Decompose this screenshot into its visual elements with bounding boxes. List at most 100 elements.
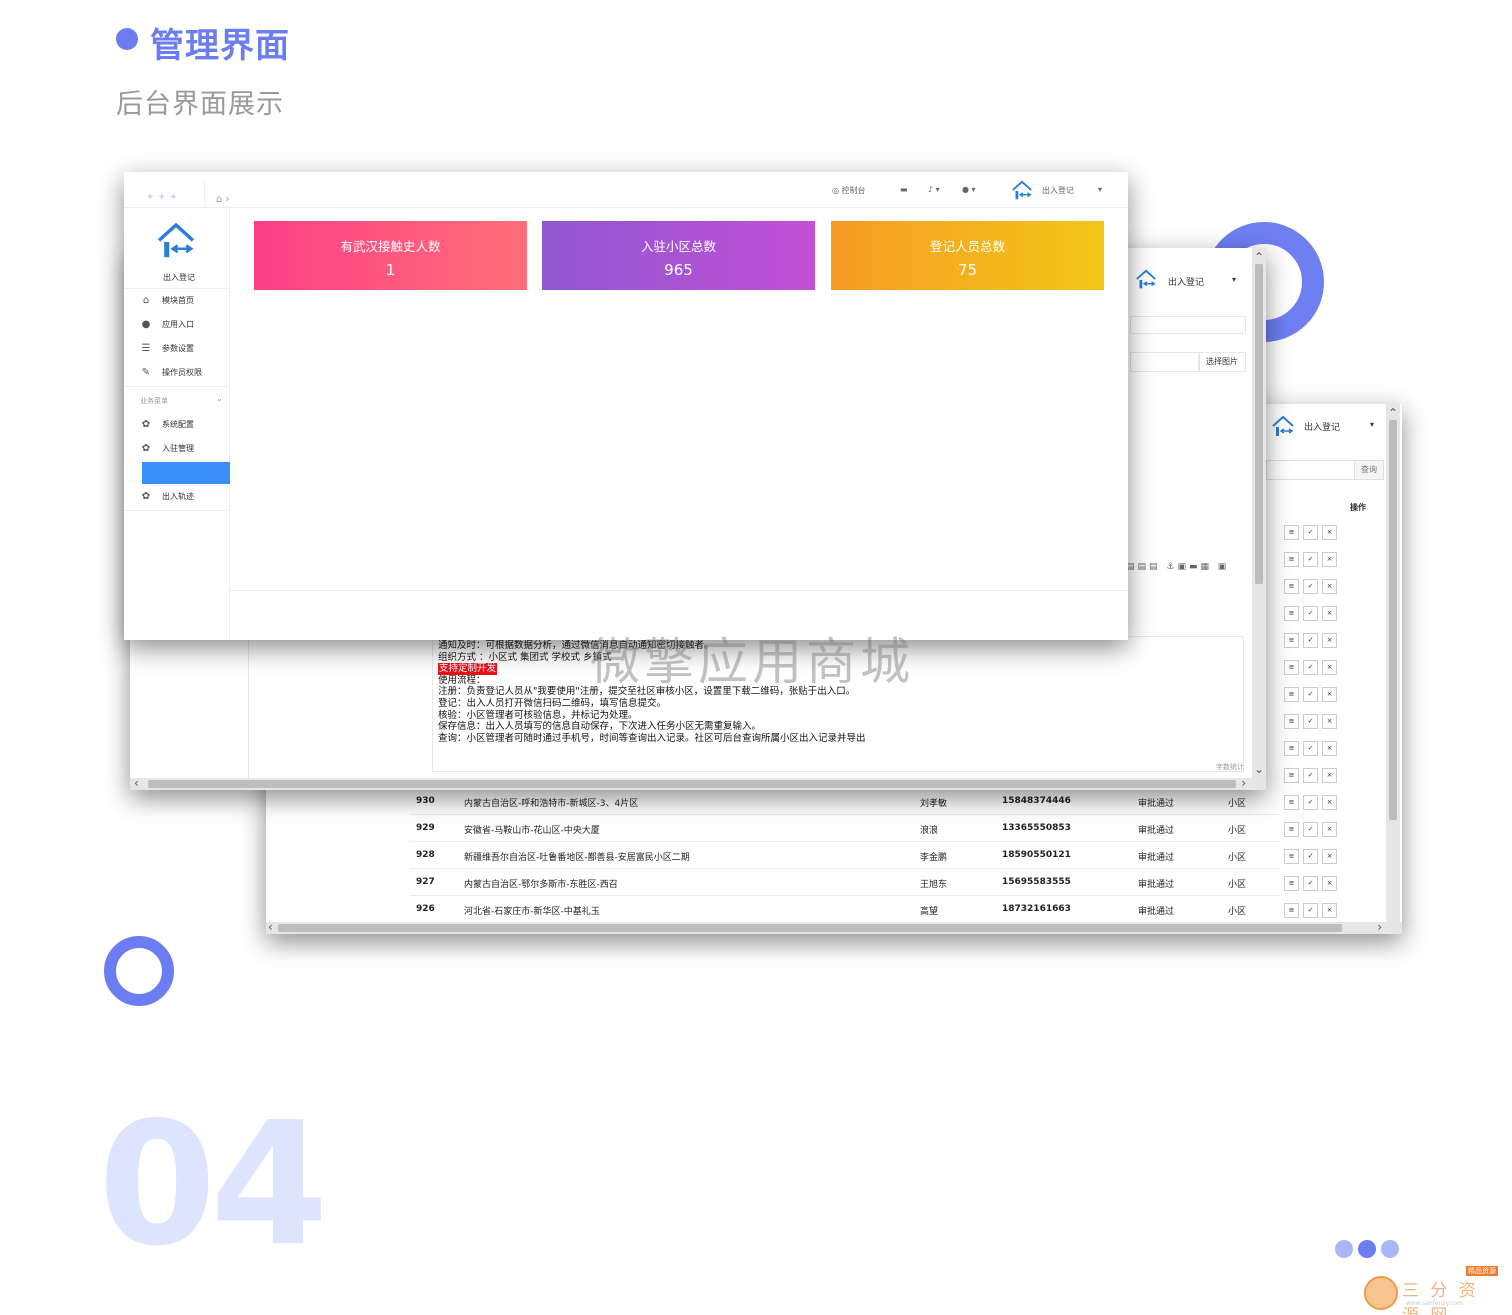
table-row[interactable]: 927 内蒙古自治区-鄂尔多斯市-东胜区-西召 王旭东 15695583555 审批通过… bbox=[410, 869, 1280, 896]
stat-card-contacts[interactable]: 有武汉接触史人数 1 bbox=[254, 221, 527, 290]
list-icon[interactable]: ≡ bbox=[1284, 552, 1299, 567]
check-icon[interactable]: ✓ bbox=[1303, 903, 1318, 918]
check-icon[interactable]: ✓ bbox=[1303, 714, 1318, 729]
close-icon[interactable]: × bbox=[1322, 849, 1337, 864]
account-menu-caret[interactable]: ▾ bbox=[1098, 185, 1102, 194]
vertical-scrollbar[interactable]: ⌃ ⌄ bbox=[1386, 404, 1400, 934]
list-icon[interactable]: ≡ bbox=[1284, 795, 1299, 810]
close-icon[interactable]: × bbox=[1322, 606, 1337, 621]
list-icon[interactable]: ≡ bbox=[1284, 714, 1299, 729]
horizontal-scrollbar[interactable]: ‹ › bbox=[130, 776, 1266, 790]
scroll-down-icon[interactable]: ⌄ bbox=[1252, 762, 1266, 776]
scroll-thumb[interactable] bbox=[1389, 420, 1397, 820]
console-icon: ◎ bbox=[832, 186, 842, 195]
table-row[interactable]: 929 安徽省-马鞍山市-花山区-中央大厦 浪浪 13365550853 审批通过 小区 bbox=[410, 815, 1280, 842]
check-icon[interactable]: ✓ bbox=[1303, 768, 1318, 783]
pick-image-button[interactable]: 选择图片 bbox=[1198, 352, 1246, 372]
close-icon[interactable]: × bbox=[1322, 687, 1337, 702]
stat-card-registrants[interactable]: 登记人员总数 75 bbox=[831, 221, 1104, 290]
close-icon[interactable]: × bbox=[1322, 714, 1337, 729]
user-menu-caret[interactable]: ▾ bbox=[1370, 420, 1374, 429]
vertical-scrollbar[interactable]: ⌃ ⌄ bbox=[1252, 248, 1266, 790]
check-icon[interactable]: ✓ bbox=[1303, 687, 1318, 702]
watermark: 微擎应用商城 bbox=[590, 633, 914, 691]
close-icon[interactable]: × bbox=[1322, 795, 1337, 810]
nav-divider bbox=[204, 182, 205, 208]
check-icon[interactable]: ✓ bbox=[1303, 795, 1318, 810]
scroll-left-icon[interactable]: ‹ bbox=[268, 920, 273, 934]
list-icon[interactable]: ≡ bbox=[1284, 633, 1299, 648]
list-icon[interactable]: ≡ bbox=[1284, 687, 1299, 702]
table-row[interactable]: 930 内蒙古自治区-呼和浩特市-新城区-3、4片区 刘孝敏 15848374446 审… bbox=[410, 788, 1280, 815]
scroll-thumb[interactable] bbox=[1255, 264, 1263, 584]
close-icon[interactable]: × bbox=[1322, 525, 1337, 540]
horizontal-scrollbar[interactable]: ‹ › bbox=[266, 920, 1402, 934]
close-icon[interactable]: × bbox=[1322, 768, 1337, 783]
list-icon[interactable]: ≡ bbox=[1284, 525, 1299, 540]
scroll-right-icon[interactable]: › bbox=[1377, 920, 1382, 934]
bell-icon[interactable]: ♪ ▾ bbox=[928, 185, 940, 194]
list-icon[interactable]: ≡ bbox=[1284, 741, 1299, 756]
breadcrumb-home-icon[interactable]: ⌂ › bbox=[216, 194, 230, 205]
nav-console[interactable]: ◎ 控制台 bbox=[832, 185, 866, 196]
list-icon[interactable]: ≡ bbox=[1284, 849, 1299, 864]
list-icon[interactable]: ≡ bbox=[1284, 876, 1299, 891]
list-icon[interactable]: ≡ bbox=[1284, 579, 1299, 594]
cell-phone: 15695583555 bbox=[1002, 877, 1071, 887]
stat-card-communities[interactable]: 入驻小区总数 965 bbox=[542, 221, 815, 290]
sidebar-item-permissions[interactable]: ✎ 操作员权限 bbox=[140, 362, 230, 382]
table-row[interactable]: 926 河北省-石家庄市-新华区-中基礼玉 高望 18732161663 审批通过 小区 bbox=[410, 896, 1280, 923]
scroll-left-icon[interactable]: ‹ bbox=[134, 776, 139, 790]
user-menu-caret[interactable]: ▾ bbox=[1232, 275, 1236, 284]
close-icon[interactable]: × bbox=[1322, 552, 1337, 567]
sidebar-item-settle[interactable]: ✿ 入驻管理 bbox=[140, 438, 230, 458]
scroll-right-icon[interactable]: › bbox=[1241, 776, 1246, 790]
close-icon[interactable]: × bbox=[1322, 633, 1337, 648]
image-path-field[interactable] bbox=[1130, 352, 1200, 372]
check-icon[interactable]: ✓ bbox=[1303, 822, 1318, 837]
sidebar-item-label: 模块首页 bbox=[162, 295, 194, 305]
scroll-thumb[interactable] bbox=[148, 780, 1236, 788]
scroll-up-icon[interactable]: ⌃ bbox=[1252, 250, 1266, 264]
check-icon[interactable]: ✓ bbox=[1303, 606, 1318, 621]
scroll-thumb[interactable] bbox=[278, 924, 1342, 932]
scroll-up-icon[interactable]: ⌃ bbox=[1386, 406, 1400, 420]
close-icon[interactable]: × bbox=[1322, 822, 1337, 837]
search-input[interactable] bbox=[1266, 460, 1356, 480]
table-row[interactable]: 928 新疆维吾尔自治区-吐鲁番地区-鄯善县-安居富民小区二期 李金鹏 1859055… bbox=[410, 842, 1280, 869]
check-icon[interactable]: ✓ bbox=[1303, 876, 1318, 891]
sidebar-item-track[interactable]: ✿ 出入轨迹 bbox=[140, 486, 230, 506]
list-icon[interactable]: ≡ bbox=[1284, 606, 1299, 621]
sidebar-item-settings[interactable]: ☰ 参数设置 bbox=[140, 338, 230, 358]
chevron-down-icon[interactable]: ⌄ bbox=[216, 394, 223, 403]
check-icon[interactable]: ✓ bbox=[1303, 849, 1318, 864]
close-icon[interactable]: × bbox=[1322, 660, 1337, 675]
sidebar-item-home[interactable]: ⌂ 模块首页 bbox=[140, 290, 230, 310]
check-icon[interactable]: ✓ bbox=[1303, 660, 1318, 675]
list-icon[interactable]: ≡ bbox=[1284, 822, 1299, 837]
page: 管理界面 后台界面展示 04 出入登记 ▾ 查询 操作 ≡ ✓ × ≡ ✓ × ≡ ✓ × ≡ ✓ ×… bbox=[0, 0, 1512, 1315]
list-icon[interactable]: ≡ bbox=[1284, 903, 1299, 918]
check-icon[interactable]: ✓ bbox=[1303, 579, 1318, 594]
close-icon[interactable]: × bbox=[1322, 579, 1337, 594]
check-icon[interactable]: ✓ bbox=[1303, 552, 1318, 567]
check-icon[interactable]: ✓ bbox=[1303, 741, 1318, 756]
storage-icon[interactable]: ▬ bbox=[900, 185, 908, 194]
sidebar-item-entry[interactable]: ● 应用入口 bbox=[140, 314, 230, 334]
sidebar-item-system[interactable]: ✿ 系统配置 bbox=[140, 414, 230, 434]
close-icon[interactable]: × bbox=[1322, 903, 1337, 918]
word-count-label: 字数统计 bbox=[1216, 763, 1244, 771]
search-button[interactable]: 查询 bbox=[1354, 460, 1384, 480]
close-icon[interactable]: × bbox=[1322, 876, 1337, 891]
list-icon[interactable]: ≡ bbox=[1284, 768, 1299, 783]
check-icon[interactable]: ✓ bbox=[1303, 633, 1318, 648]
list-icon[interactable]: ≡ bbox=[1284, 660, 1299, 675]
text-field[interactable] bbox=[1130, 316, 1246, 334]
close-icon[interactable]: × bbox=[1322, 741, 1337, 756]
check-icon[interactable]: ✓ bbox=[1303, 525, 1318, 540]
list-icon: ☰ bbox=[141, 342, 151, 354]
user-icon[interactable]: ● ▾ bbox=[962, 185, 976, 194]
editor-toolbar[interactable]: ▤▤▤ ⚓▣▬▦ ▣ bbox=[1126, 562, 1229, 572]
sidebar-item-active[interactable] bbox=[142, 462, 230, 484]
cell-id: 928 bbox=[416, 850, 435, 860]
